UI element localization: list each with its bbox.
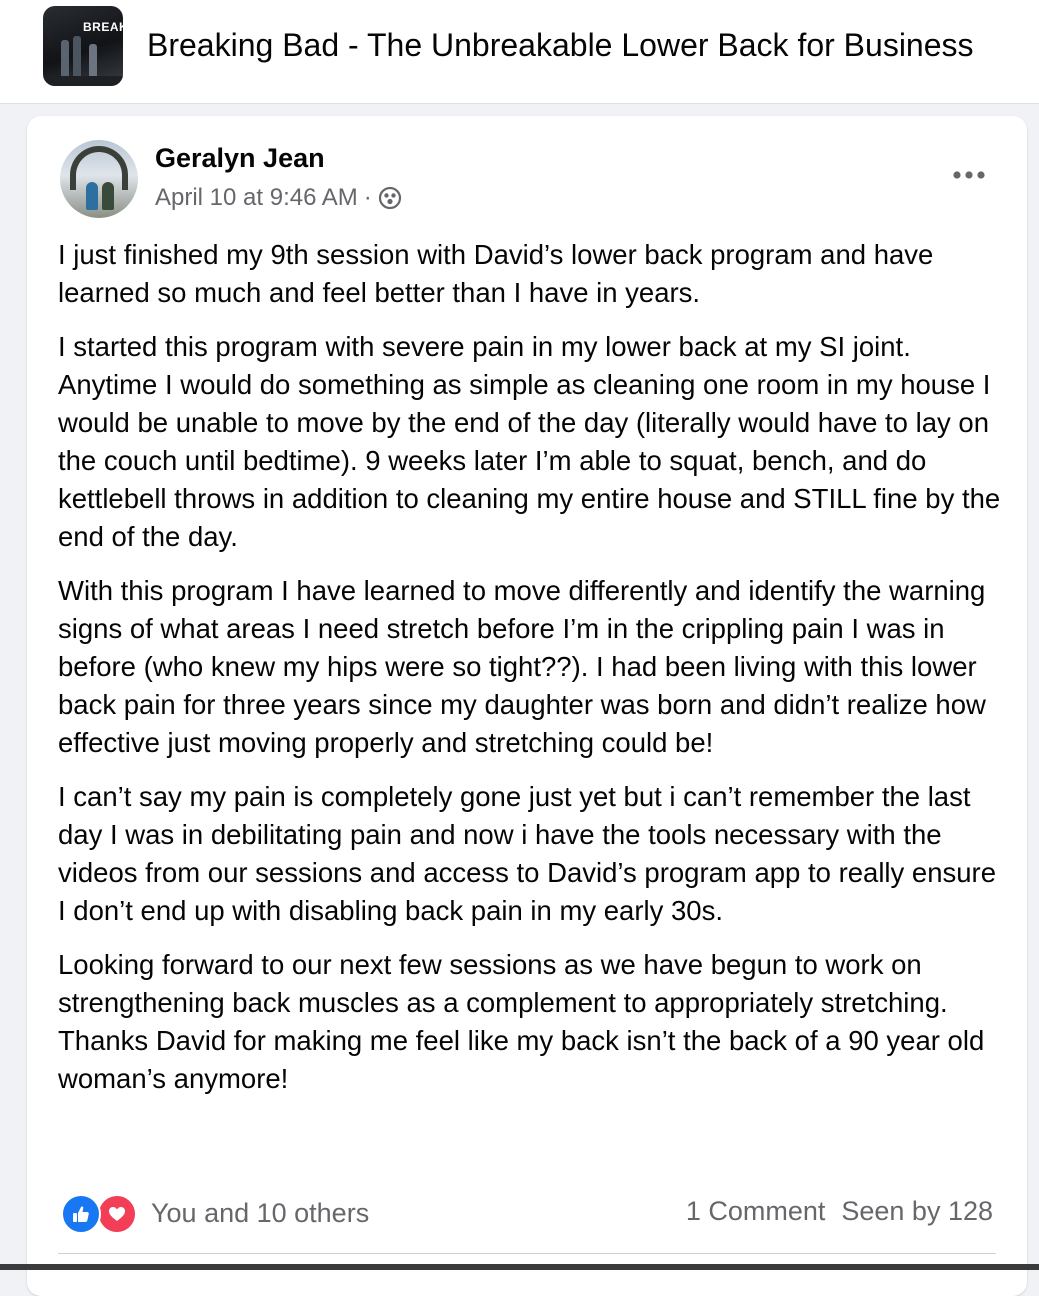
thumb-figure (89, 44, 97, 80)
post-paragraph: I can’t say my pain is completely gone j… (58, 781, 997, 926)
group-title[interactable]: Breaking Bad - The Unbreakable Lower Bac… (147, 27, 974, 64)
post-paragraph: Looking forward to our next few sessions… (58, 949, 985, 1094)
comments-count[interactable]: 1 Comment (686, 1196, 826, 1227)
love-reaction-icon (97, 1194, 137, 1234)
avatar-person (86, 182, 98, 210)
meta-separator: · (363, 184, 372, 211)
post-paragraph: With this program I have learned to move… (58, 575, 986, 758)
author-name[interactable]: Geralyn Jean (155, 143, 325, 174)
reaction-icons (61, 1194, 137, 1234)
post-stats: 1 Comment Seen by 128 (686, 1196, 993, 1227)
ellipsis-icon (953, 171, 985, 179)
post-body: I just finished my 9th session with Davi… (58, 236, 1008, 1114)
post-card: Geralyn Jean April 10 at 9:46 AM · I jus… (27, 116, 1027, 1296)
avatar-arch (70, 146, 128, 190)
thumb-floor (43, 76, 123, 86)
post-timestamp[interactable]: April 10 at 9:46 AM (155, 184, 358, 212)
post-paragraph: I started this program with severe pain … (58, 331, 1001, 552)
seen-by-count[interactable]: Seen by 128 (841, 1196, 993, 1227)
thumb-brand-text: BREAK (83, 20, 123, 34)
thumb-figure (61, 40, 69, 80)
group-header: BREAK Breaking Bad - The Unbreakable Low… (0, 0, 1039, 104)
more-options-button[interactable] (949, 160, 989, 190)
action-divider (58, 1253, 996, 1254)
avatar-person (102, 182, 114, 210)
post-meta: April 10 at 9:46 AM · (155, 184, 402, 212)
author-avatar[interactable] (60, 140, 138, 218)
like-reaction-icon (61, 1194, 101, 1234)
window-bottom-edge (0, 1264, 1039, 1270)
group-cover-thumbnail[interactable]: BREAK (43, 6, 123, 86)
group-audience-icon (378, 186, 402, 210)
thumb-figure (73, 36, 81, 80)
reactions-summary[interactable]: You and 10 others (61, 1194, 369, 1234)
reactions-count[interactable]: You and 10 others (151, 1198, 369, 1229)
post-paragraph: I just finished my 9th session with Davi… (58, 239, 934, 308)
